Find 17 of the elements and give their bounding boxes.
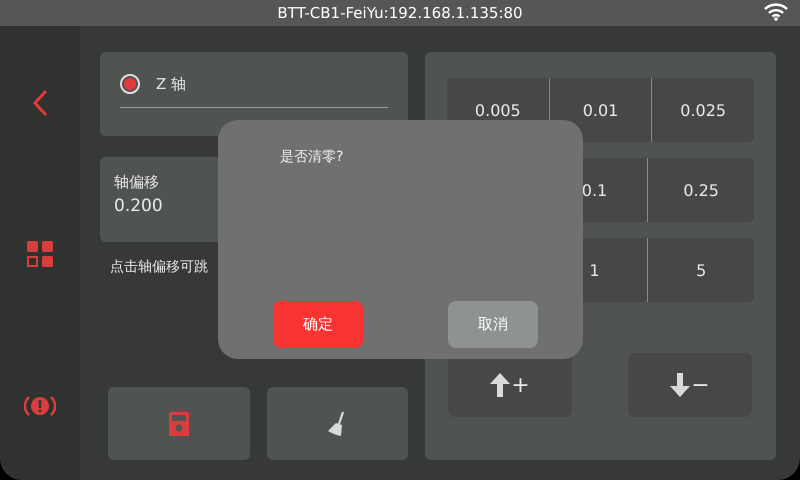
- save-icon: [168, 412, 189, 436]
- dialog-message: 是否清零?: [280, 148, 344, 166]
- axis-radio[interactable]: [120, 74, 140, 94]
- grid-icon[interactable]: [27, 241, 53, 267]
- back-icon[interactable]: [32, 89, 48, 117]
- offset-label: 轴偏移: [114, 173, 159, 192]
- confirm-button[interactable]: 确定: [273, 301, 363, 348]
- move-down-button[interactable]: −: [628, 353, 752, 417]
- down-arrow-icon: [670, 373, 690, 397]
- alert-icon[interactable]: [24, 395, 56, 417]
- host-address: BTT-CB1-FeiYu:192.168.1.135:80: [277, 4, 523, 22]
- axis-label: Z 轴: [156, 74, 186, 94]
- offset-value: 0.200: [114, 196, 163, 216]
- up-arrow-icon: [490, 373, 510, 397]
- wifi-icon: [764, 3, 788, 21]
- hint-text: 点击轴偏移可跳: [110, 258, 208, 276]
- save-button[interactable]: [108, 387, 250, 460]
